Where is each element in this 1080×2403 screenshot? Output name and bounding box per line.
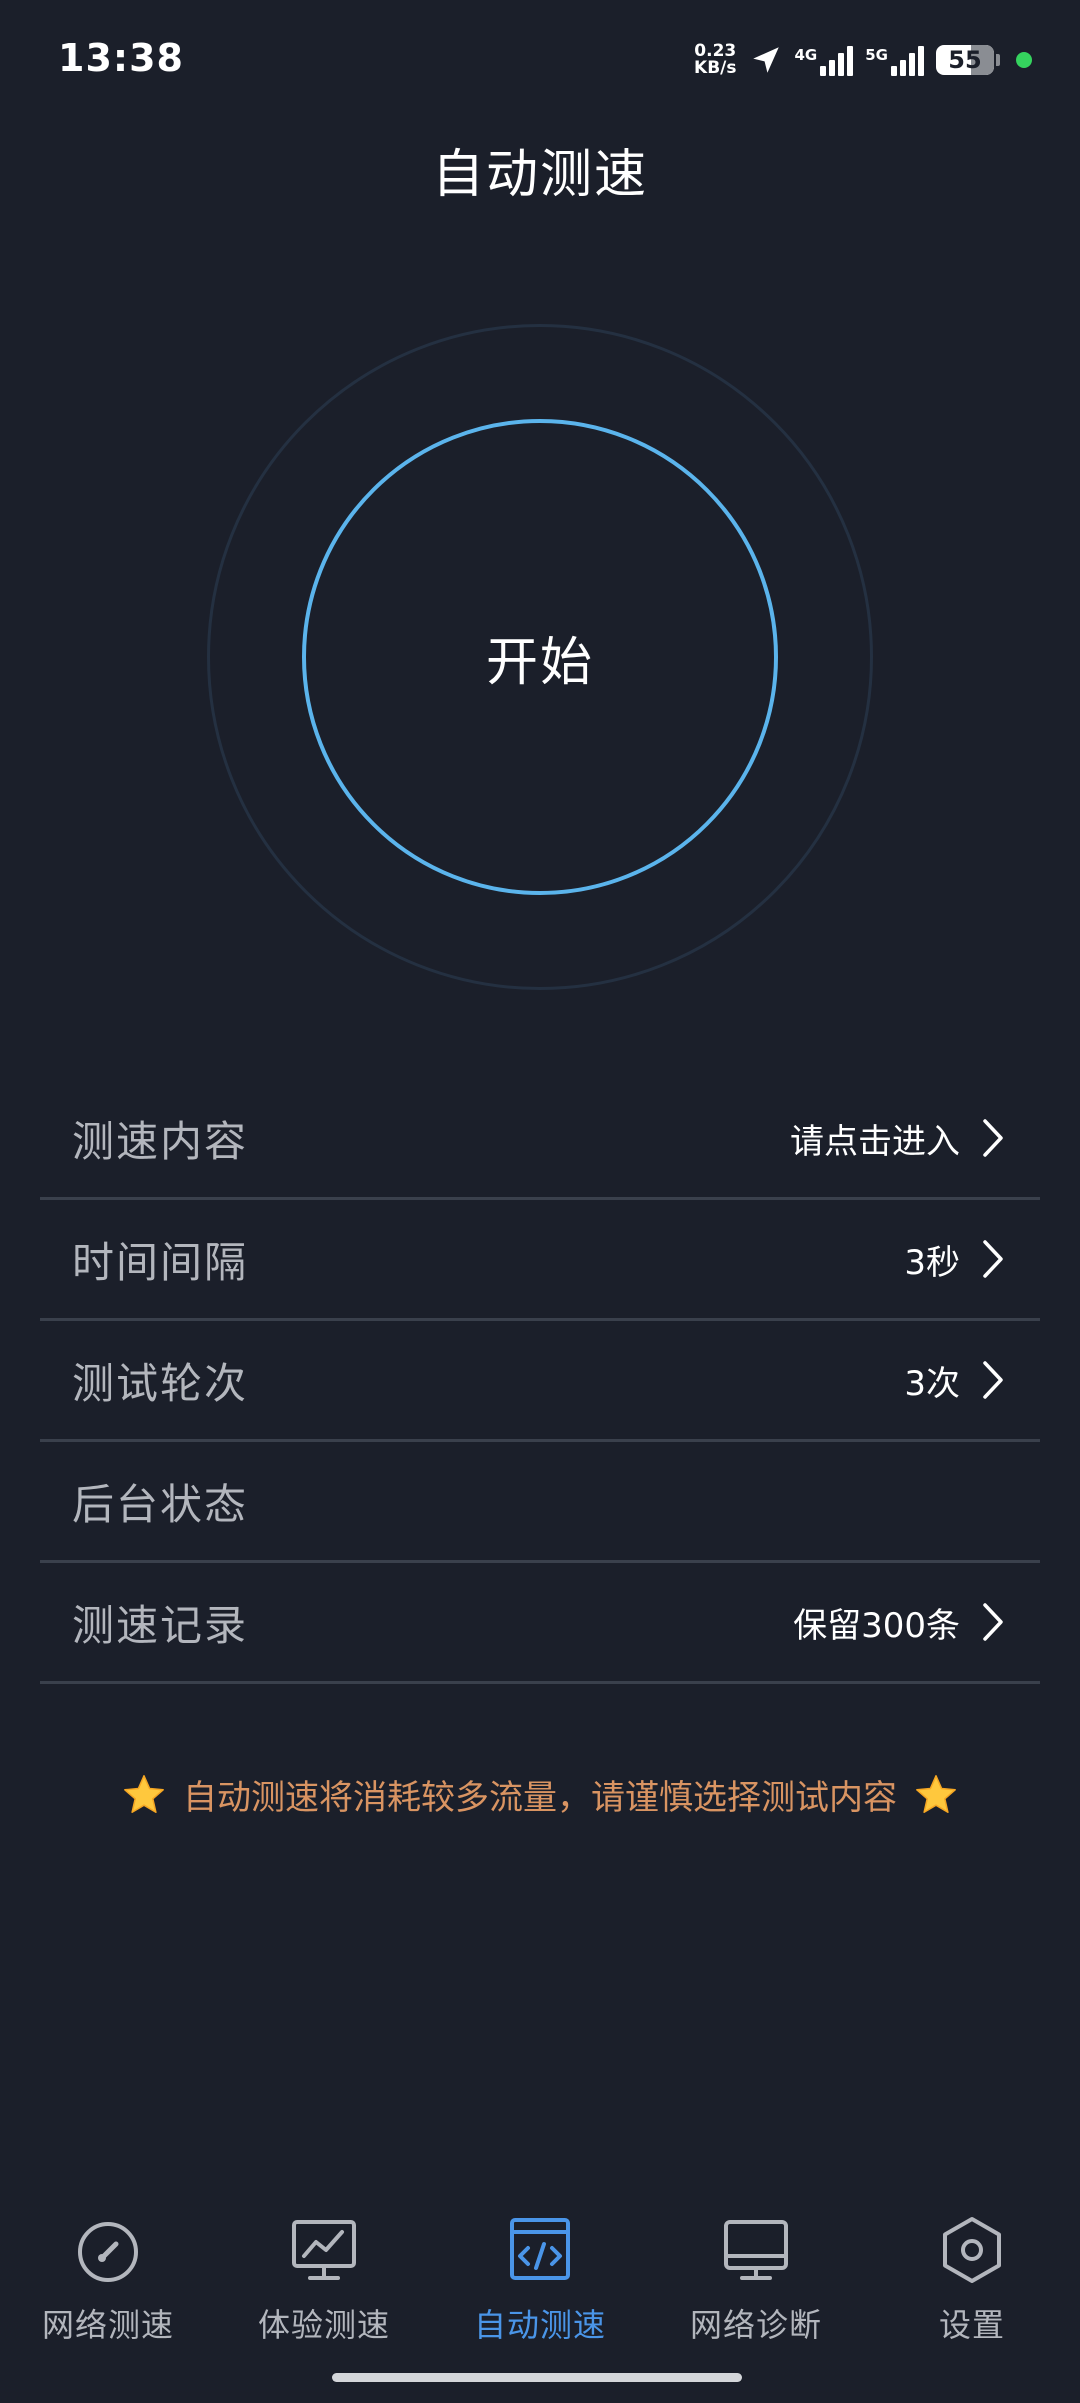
star-icon xyxy=(124,1774,164,1813)
status-bar: 13:38 0.23 KB/s 4G 5G 55 xyxy=(0,0,1080,120)
privacy-indicator-dot xyxy=(1016,52,1032,68)
signal-4g: 4G xyxy=(795,44,854,76)
settings-row-label: 测速记录 xyxy=(72,1600,249,1650)
settings-row-value: 保留300条 xyxy=(793,1605,960,1646)
chevron-right-icon xyxy=(983,1119,1003,1157)
speedometer-icon xyxy=(78,2222,138,2282)
nav-item-label: 网络测速 xyxy=(41,2306,174,2344)
status-time: 13:38 xyxy=(58,36,184,80)
trend-chart-icon xyxy=(292,2220,356,2280)
home-indicator[interactable] xyxy=(332,2373,742,2382)
nav-item-label: 自动测速 xyxy=(473,2306,606,2344)
settings-row-value: 3次 xyxy=(904,1363,960,1404)
settings-row-interval[interactable]: 时间间隔 3秒 xyxy=(40,1200,1040,1321)
nav-item-network-diagnosis[interactable]: 网络诊断 xyxy=(648,2200,864,2360)
signal-4g-tag: 4G xyxy=(794,46,818,64)
battery-tip xyxy=(996,54,1000,66)
battery-icon: 55 xyxy=(936,45,994,75)
start-button[interactable]: 开始 xyxy=(302,419,778,895)
nav-item-label: 网络诊断 xyxy=(689,2306,822,2344)
hexagon-settings-icon xyxy=(943,2217,1001,2283)
settings-row-background-status[interactable]: 后台状态 xyxy=(40,1442,1040,1563)
settings-list: 测速内容 请点击进入 时间间隔 3秒 测试轮次 3次 后台状态 测速记录 保留3… xyxy=(40,1079,1040,1684)
signal-5g-tag: 5G xyxy=(865,46,888,64)
notice-text: 自动测速将消耗较多流量，请谨慎选择测试内容 xyxy=(183,1778,897,1818)
settings-row-value: 3秒 xyxy=(904,1242,960,1283)
settings-row-records[interactable]: 测速记录 保留300条 xyxy=(40,1563,1040,1684)
status-icons: 0.23 KB/s 4G 5G 55 xyxy=(694,38,1032,82)
nav-item-label: 设置 xyxy=(938,2306,1005,2344)
settings-row-label: 测试轮次 xyxy=(72,1358,249,1408)
location-arrow-icon xyxy=(752,47,779,73)
settings-row-value: 请点击进入 xyxy=(790,1121,960,1162)
code-window-icon xyxy=(510,2218,570,2280)
signal-5g: 5G xyxy=(865,44,924,76)
nav-item-settings[interactable]: 设置 xyxy=(864,2200,1080,2360)
signal-bars-icon xyxy=(820,44,854,76)
settings-row-test-content[interactable]: 测速内容 请点击进入 xyxy=(40,1079,1040,1200)
nav-item-auto-speed[interactable]: 自动测速 xyxy=(432,2200,648,2360)
nav-item-experience-speed[interactable]: 体验测速 xyxy=(216,2200,432,2360)
nav-item-network-speed[interactable]: 网络测速 xyxy=(0,2200,216,2360)
star-icon xyxy=(916,1774,956,1813)
settings-row-label: 测速内容 xyxy=(72,1116,249,1166)
chevron-right-icon xyxy=(983,1603,1003,1641)
signal-bars-icon xyxy=(891,44,924,76)
nav-item-label: 体验测速 xyxy=(257,2306,390,2344)
monitor-icon xyxy=(724,2220,788,2280)
chevron-right-icon xyxy=(983,1361,1003,1399)
page-title: 自动测速 xyxy=(431,145,648,205)
start-button-label: 开始 xyxy=(485,632,594,693)
network-speed-unit: KB/s xyxy=(694,58,737,78)
bottom-nav: 网络测速 体验测速 自动测速 网络诊断 设置 xyxy=(0,2200,1080,2360)
chevron-right-icon xyxy=(983,1240,1003,1278)
settings-row-label: 时间间隔 xyxy=(72,1237,249,1287)
network-speed-indicator: 0.23 KB/s xyxy=(694,43,736,77)
battery-level: 55 xyxy=(948,46,982,74)
settings-row-label: 后台状态 xyxy=(72,1479,249,1529)
data-usage-notice: 自动测速将消耗较多流量，请谨慎选择测试内容 xyxy=(0,1770,1080,1819)
settings-row-rounds[interactable]: 测试轮次 3次 xyxy=(40,1321,1040,1442)
